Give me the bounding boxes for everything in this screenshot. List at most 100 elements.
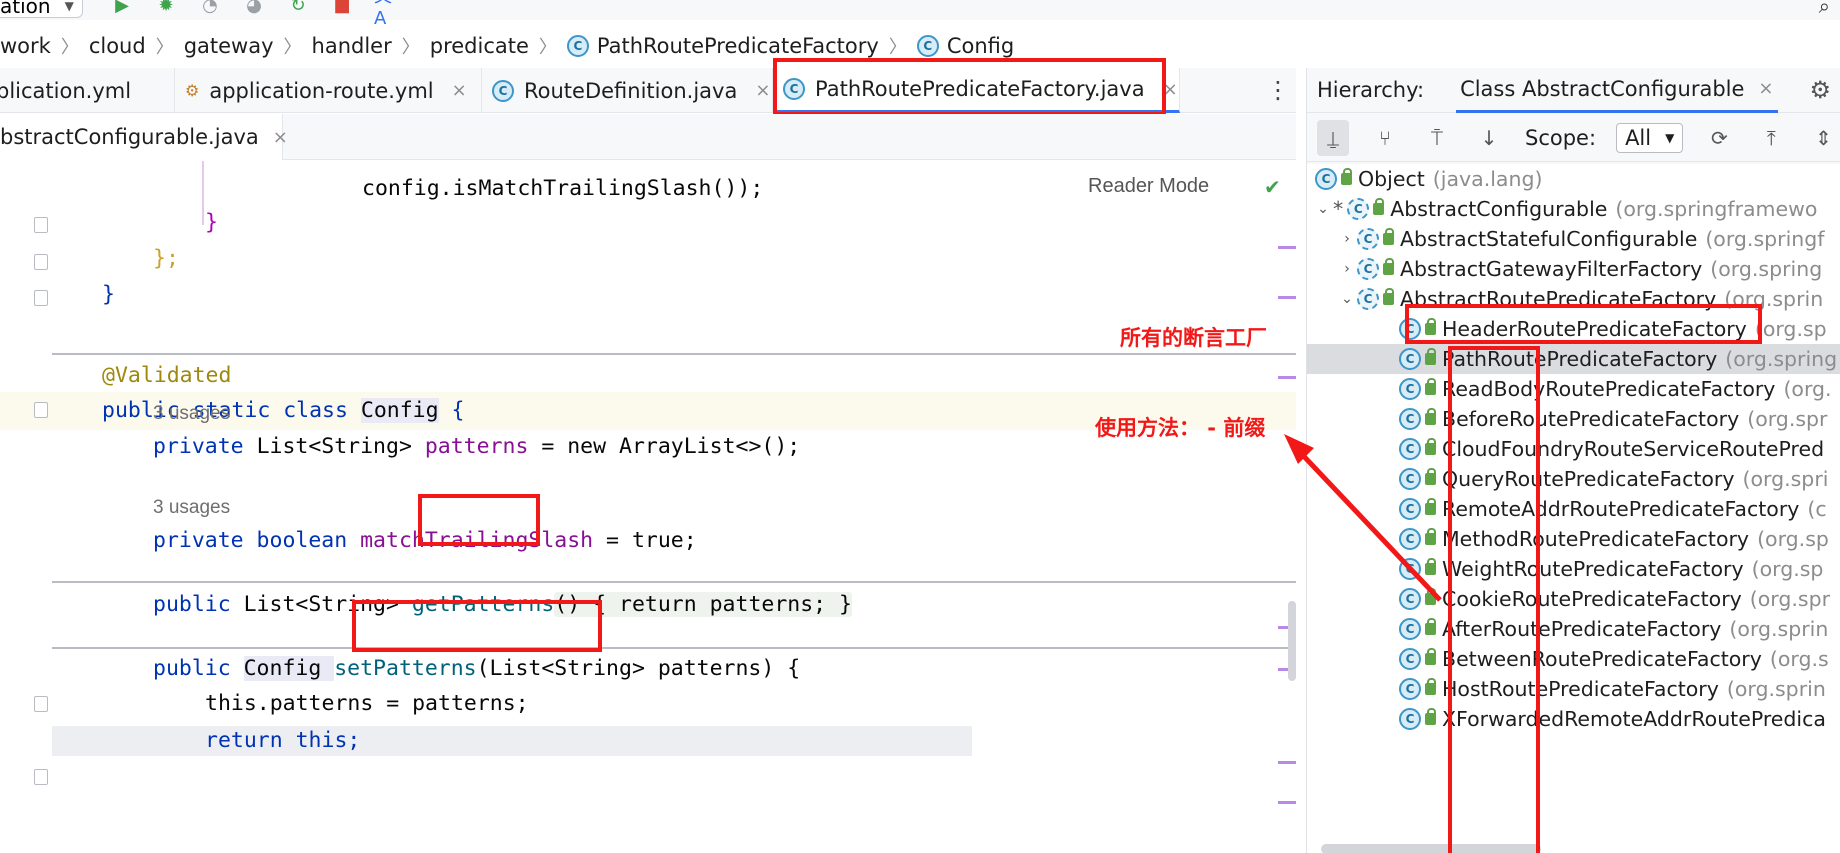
breadcrumb-separator-icon: 〉 [283, 37, 302, 58]
run-more-icon[interactable]: ↻ [286, 0, 310, 16]
code-text: (List<String> patterns) { [476, 656, 801, 681]
tab-label: plication.yml [0, 78, 132, 103]
subtypes-icon[interactable]: ⍑ [1421, 120, 1453, 156]
code-keyword: public [153, 592, 244, 617]
tree-node[interactable]: C BetweenRoutePredicateFactory (org.s [1307, 644, 1840, 674]
breadcrumb-item-class[interactable]: C PathRoutePredicateFactory [566, 34, 879, 58]
tree-node[interactable]: C XForwardedRemoteAddrRoutePredica [1307, 704, 1840, 734]
export-icon[interactable]: ⤒ [1755, 120, 1787, 156]
tree-node[interactable]: C Object (java.lang) [1307, 164, 1840, 194]
error-stripe-mark[interactable] [1278, 761, 1296, 764]
editor-scrollbar[interactable] [1288, 601, 1296, 681]
tree-node[interactable]: C ReadBodyRoutePredicateFactory (org. [1307, 374, 1840, 404]
breadcrumb-item-cloud[interactable]: cloud [89, 34, 146, 58]
fold-icon[interactable] [34, 217, 48, 233]
code-line: @Validated [102, 361, 231, 391]
type-hierarchy-icon[interactable]: ⍊ [1317, 119, 1349, 156]
tree-node[interactable]: › C AbstractStatefulConfigurable (org.spr… [1307, 224, 1840, 254]
breadcrumb-label: gateway [183, 34, 274, 58]
more-tabs-icon[interactable]: ⋮ [1266, 78, 1290, 102]
fold-icon[interactable] [34, 290, 48, 306]
class-icon: C [1399, 348, 1421, 370]
close-icon[interactable]: × [1758, 78, 1773, 99]
main-toolbar: ation ▼ ▶ ✹ ◔ ◕ ↻ ■ 文A ⌕ [0, 0, 1840, 29]
tab-route-definition-java[interactable]: C RouteDefinition.java × [482, 68, 773, 113]
debug-icon[interactable]: ✹ [154, 0, 178, 16]
code-text: this.patterns = patterns; [205, 691, 529, 716]
close-icon[interactable]: × [452, 80, 467, 101]
collapse-arrow-icon[interactable]: ⌄ [1337, 291, 1357, 307]
chevron-down-icon: ▼ [64, 0, 74, 13]
search-icon[interactable]: ⌕ [1819, 0, 1830, 18]
close-icon[interactable]: × [273, 127, 288, 148]
code-text: = new ArrayList<>(); [528, 434, 801, 459]
supertypes-icon[interactable]: ⑂ [1369, 120, 1401, 156]
usages-hint[interactable]: 3 usages [153, 403, 230, 425]
tab-application-yml[interactable]: plication.yml [0, 68, 175, 113]
error-stripe-mark[interactable] [1278, 246, 1296, 249]
tree-node[interactable]: C HostRoutePredicateFactory (org.sprin [1307, 674, 1840, 704]
class-icon: C [1399, 378, 1421, 400]
lock-icon [1341, 168, 1352, 185]
fold-icon[interactable] [34, 769, 48, 785]
hierarchy-tab[interactable]: Class AbstractConfigurable × [1456, 68, 1778, 113]
tab-abstract-configurable-java[interactable]: bstractConfigurable.java × [0, 114, 288, 160]
code-line: private List<String> patterns = new Arra… [153, 432, 800, 462]
code-text: return this; [205, 728, 361, 753]
code-line: public Config setPatterns(List<String> p… [153, 654, 800, 684]
expand-arrow-icon[interactable]: › [1337, 231, 1357, 247]
tree-node-selected[interactable]: C PathRoutePredicateFactory (org.spring [1307, 344, 1840, 374]
method-separator [52, 581, 1296, 583]
collapse-arrow-icon[interactable]: ⌄ [1313, 201, 1333, 217]
breadcrumb-item-work[interactable]: work [0, 34, 51, 58]
refresh-icon[interactable]: ⟳ [1703, 120, 1735, 156]
code-keyword: public [153, 656, 244, 681]
breadcrumb-item-predicate[interactable]: predicate [430, 34, 529, 58]
abstract-class-icon: C [1357, 228, 1379, 250]
tree-node-package: (org.sp [1754, 317, 1827, 341]
breadcrumb-item-config[interactable]: C Config [916, 34, 1014, 58]
breadcrumb-item-handler[interactable]: handler [312, 34, 392, 58]
profile-icon[interactable]: ◕ [242, 0, 266, 16]
code-type: List<String> [256, 434, 425, 459]
expand-arrow-icon[interactable]: › [1337, 261, 1357, 277]
expand-all-icon[interactable]: ⇕ [1807, 120, 1839, 156]
code-line: } [205, 208, 218, 238]
code-type: Config [243, 656, 335, 681]
tree-node[interactable]: › C AbstractGatewayFilterFactory (org.spr… [1307, 254, 1840, 284]
tree-node[interactable]: C AfterRoutePredicateFactory (org.sprin [1307, 614, 1840, 644]
usages-hint[interactable]: 3 usages [153, 497, 230, 519]
code-editor[interactable]: config.isMatchTrailingSlash()); } }; } R… [0, 161, 1296, 853]
reader-mode-button[interactable]: Reader Mode [1088, 175, 1209, 198]
code-keyword: private boolean [153, 528, 361, 553]
tree-node[interactable]: ⌄ * C AbstractConfigurable (org.springfram… [1307, 194, 1840, 224]
fold-icon[interactable] [34, 402, 48, 418]
code-method: setPatterns [334, 656, 477, 681]
class-icon: C [1399, 648, 1421, 670]
run-configuration-selector[interactable]: ation ▼ [0, 0, 83, 18]
code-keyword: private [153, 434, 257, 459]
error-stripe-mark[interactable] [1278, 296, 1296, 299]
tab-application-route-yml[interactable]: ⚙ application-route.yml × [175, 68, 482, 113]
highlight-box-patterns [418, 494, 540, 546]
tree-node-package: (org.spring [1725, 347, 1838, 371]
breadcrumb-separator-icon: 〉 [155, 37, 174, 58]
close-icon[interactable]: × [755, 80, 770, 101]
tree-node-package: (org.spring [1710, 257, 1823, 281]
fold-icon[interactable] [34, 254, 48, 270]
sort-alphabetically-icon[interactable]: ↓ [1473, 120, 1505, 156]
breadcrumb-item-gateway[interactable]: gateway [184, 34, 274, 58]
tab-label: bstractConfigurable.java [0, 125, 259, 149]
stop-icon[interactable]: ■ [330, 0, 354, 16]
run-icon[interactable]: ▶ [110, 0, 134, 16]
abstract-class-icon: C [1357, 288, 1379, 310]
error-stripe-mark[interactable] [1278, 376, 1296, 379]
error-stripe-mark[interactable] [1278, 801, 1296, 804]
fold-icon[interactable] [34, 696, 48, 712]
translate-icon[interactable]: 文A [374, 0, 398, 29]
hierarchy-header: Hierarchy: Class AbstractConfigurable × … [1307, 68, 1840, 113]
coverage-icon[interactable]: ◔ [198, 0, 222, 16]
gear-icon[interactable]: ⚙ [1809, 76, 1831, 104]
scope-select[interactable]: All ▼ [1616, 122, 1684, 153]
tree-node-package: (org.sprin [1729, 617, 1829, 641]
